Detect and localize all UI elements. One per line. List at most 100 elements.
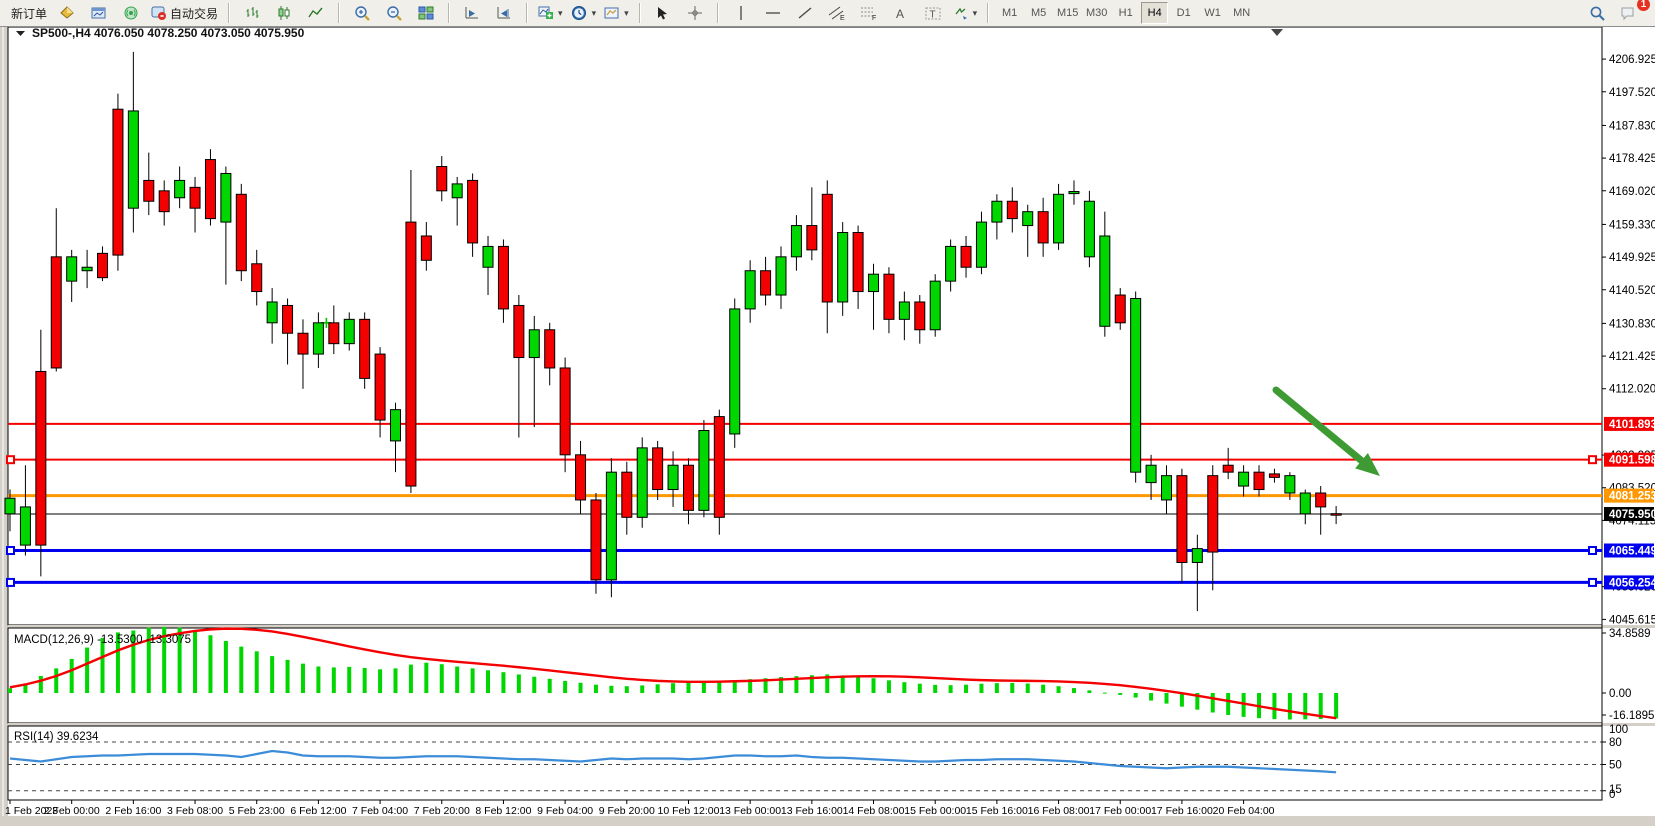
candle-body (1285, 476, 1295, 493)
candle-body (807, 226, 817, 250)
candle-body (637, 448, 647, 517)
auto-trading-button[interactable]: 自动交易 (147, 1, 222, 25)
macd-panel[interactable]: MACD(12,26,9) -13.5300 -13.307534.85890.… (8, 627, 1654, 723)
price-axis-label: 4130.830 (1609, 318, 1655, 330)
vertical-line-icon[interactable] (725, 1, 757, 25)
candle-body (683, 465, 693, 510)
auto-trading-label: 自动交易 (170, 5, 218, 22)
macd-bar (471, 668, 475, 693)
search-icon[interactable] (1581, 1, 1613, 25)
rsi-axis-label: 50 (1609, 760, 1622, 772)
fibonacci-icon[interactable]: F (853, 1, 885, 25)
cursor-icon[interactable] (647, 1, 679, 25)
auto-scroll-icon[interactable] (456, 1, 488, 25)
macd-bar (1334, 693, 1338, 719)
signal-icon[interactable] (115, 1, 147, 25)
macd-bar (1041, 685, 1045, 693)
macd-bar (1211, 693, 1215, 713)
candle-body (1331, 514, 1341, 516)
text-icon[interactable]: A (885, 1, 917, 25)
crosshair-icon[interactable] (679, 1, 711, 25)
bar-chart-icon[interactable] (236, 1, 268, 25)
candle-body (82, 267, 92, 270)
chart-canvas[interactable]: MACD(12,26,9) -13.5300 -13.307534.85890.… (0, 0, 1655, 826)
candle-body (730, 309, 740, 434)
line-handle[interactable] (7, 547, 14, 554)
trendline-icon[interactable] (789, 1, 821, 25)
time-axis-label: 6 Feb 12:00 (290, 805, 346, 817)
mt4-window: { "toolbar": { "new_order_label": "新订单",… (0, 0, 1655, 826)
macd-bar (532, 677, 536, 693)
candle-body (1023, 212, 1033, 226)
horizontal-line-icon[interactable] (757, 1, 789, 25)
new-order-button[interactable]: 新订单 (7, 1, 51, 25)
chevron-down-icon: ▾ (624, 8, 629, 19)
macd-bar (933, 685, 937, 693)
line-handle[interactable] (7, 579, 14, 586)
line-handle[interactable] (1589, 456, 1596, 463)
arrow-objects-icon[interactable]: ▾ (949, 1, 982, 25)
chart-window-icon[interactable] (83, 1, 115, 25)
macd-bar (1087, 690, 1091, 693)
templates-icon[interactable]: ▾ (600, 1, 633, 25)
line-handle[interactable] (7, 456, 14, 463)
macd-bar (686, 682, 690, 693)
rsi-label: RSI(14) 39.6234 (14, 731, 99, 743)
timeframe-MN[interactable]: MN (1228, 2, 1255, 24)
chevron-down-icon: ▾ (558, 8, 563, 19)
rsi-axis-label: 0 (1609, 789, 1615, 801)
candle-body (375, 354, 385, 420)
timeframe-H1[interactable]: H1 (1112, 2, 1139, 24)
candle-body (1208, 476, 1218, 552)
equidistant-channel-icon[interactable]: E (821, 1, 853, 25)
candle-body (421, 236, 431, 260)
symbol-ohlc-title: SP500-,H4 4076.050 4078.250 4073.050 407… (32, 26, 305, 40)
candle-body (483, 246, 493, 267)
candle-body (98, 253, 108, 277)
macd-bar (286, 660, 290, 693)
timeframe-M15[interactable]: M15 (1054, 2, 1081, 24)
timeframe-M30[interactable]: M30 (1083, 2, 1110, 24)
timeframe-D1[interactable]: D1 (1170, 2, 1197, 24)
macd-bar (378, 669, 382, 693)
line-chart-icon[interactable] (300, 1, 332, 25)
candle-body (5, 498, 15, 514)
zoom-out-icon[interactable] (378, 1, 410, 25)
chart-shift-icon[interactable] (488, 1, 520, 25)
candle-body (545, 330, 555, 368)
candle-body (529, 330, 539, 358)
candlestick-chart-icon[interactable] (268, 1, 300, 25)
line-handle[interactable] (1589, 579, 1596, 586)
timeframe-H4[interactable]: H4 (1141, 2, 1168, 24)
candle-body (313, 323, 323, 354)
periods-clock-icon[interactable]: ▾ (567, 1, 601, 25)
rsi-panel[interactable]: RSI(14) 39.62341008050150 (8, 724, 1628, 801)
price-badge-label: 4081.253 (1609, 491, 1655, 503)
time-axis-label: 17 Feb 16:00 (1151, 805, 1213, 817)
macd-bar (1072, 688, 1076, 693)
gold-diamond-icon[interactable] (51, 1, 83, 25)
notifications-button[interactable]: 1 (1613, 1, 1645, 25)
time-axis-label: 9 Feb 20:00 (599, 805, 655, 817)
timeframe-W1[interactable]: W1 (1199, 2, 1226, 24)
svg-text:F: F (872, 15, 876, 21)
candle-body (205, 160, 215, 219)
macd-bar (548, 679, 552, 693)
zoom-in-icon[interactable] (346, 1, 378, 25)
price-axis-label: 4121.425 (1609, 351, 1655, 363)
new-indicator-icon[interactable]: ▾ (534, 1, 567, 25)
line-handle[interactable] (1589, 547, 1596, 554)
candle-body (159, 191, 169, 212)
text-label-icon[interactable]: T (917, 1, 949, 25)
macd-bar (455, 666, 459, 693)
candle-body (853, 233, 863, 292)
main-price-panel[interactable] (8, 27, 1602, 625)
candle-body (791, 226, 801, 257)
time-axis-label: 13 Feb 16:00 (781, 805, 843, 817)
timeframe-M1[interactable]: M1 (996, 2, 1023, 24)
macd-bar (54, 668, 58, 693)
tile-windows-icon[interactable] (410, 1, 442, 25)
timeframe-M5[interactable]: M5 (1025, 2, 1052, 24)
candle-body (1007, 201, 1017, 218)
macd-bar (609, 686, 613, 693)
